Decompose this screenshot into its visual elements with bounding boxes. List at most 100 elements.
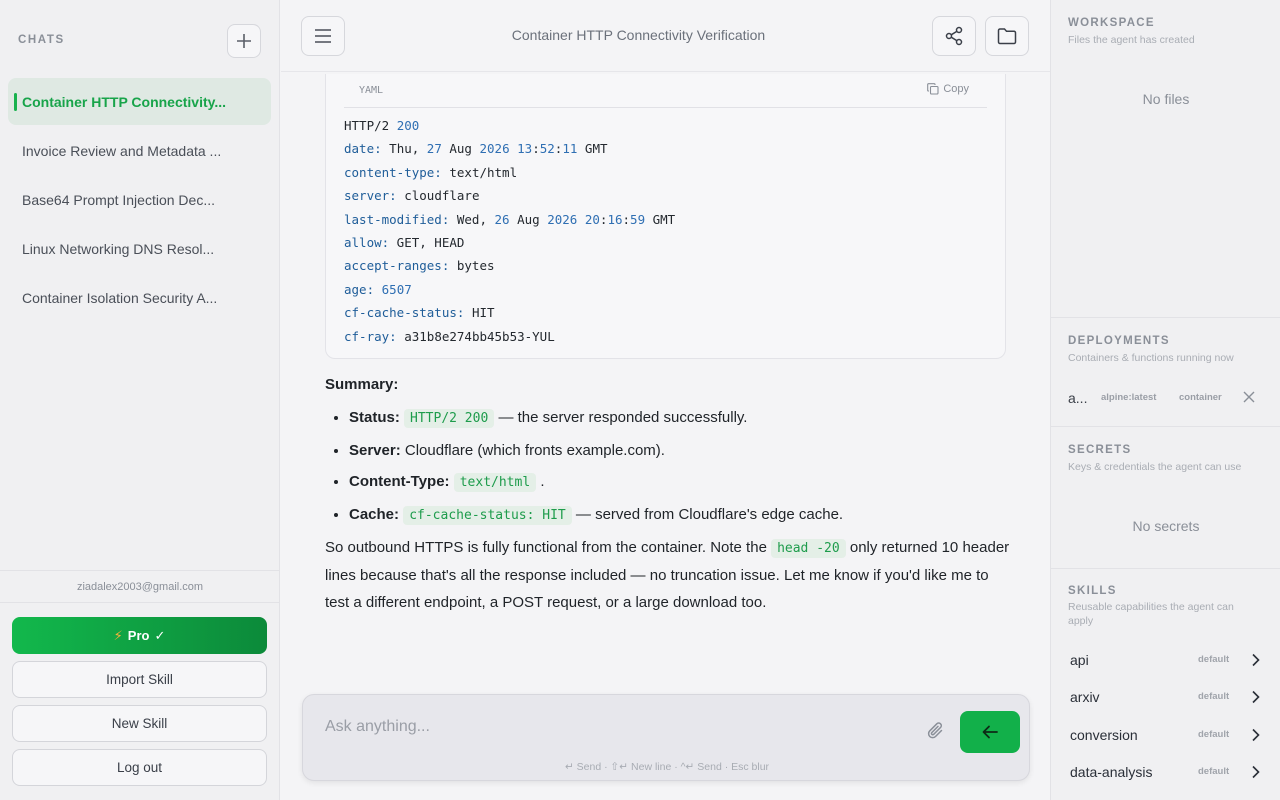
list-item: Cache: cf-cache-status: HIT — served fro…: [349, 504, 1015, 528]
inline-code: HTTP/2 200: [404, 409, 495, 428]
inline-code: head -20: [771, 539, 846, 558]
code-line: age: 6507: [344, 281, 412, 297]
chat-item[interactable]: Container Isolation Security A...: [8, 274, 271, 321]
chat-sidebar: CHATS Container HTTP Connectivity... Inv…: [0, 0, 280, 800]
secrets-empty: No secrets: [1132, 518, 1200, 534]
skill-tag: default: [1198, 654, 1230, 665]
secrets-section: SECRETS Keys & credentials the agent can…: [1051, 427, 1280, 569]
code-line: date: Thu, 27 Aug 2026 13:52:11 GMT: [344, 141, 608, 157]
chat-main: Container HTTP Connectivity Verification…: [281, 0, 1050, 800]
deployment-image: alpine:latest: [1101, 392, 1157, 403]
code-line: HTTP/2 200: [344, 118, 420, 133]
deployment-item: a... alpine:latest container: [1068, 390, 1268, 406]
bullet-label: Status:: [349, 409, 400, 426]
chat-item[interactable]: Invoice Review and Metadata ...: [8, 127, 271, 174]
bullet-text: .: [536, 473, 545, 490]
deployments-title: DEPLOYMENTS: [1068, 335, 1170, 347]
plus-icon: [237, 34, 251, 48]
code-line: server: cloudflare: [344, 188, 480, 204]
skill-item[interactable]: data-analysis default: [1068, 762, 1264, 782]
top-bar: Container HTTP Connectivity Verification: [281, 0, 1050, 72]
inline-code: cf-cache-status: HIT: [403, 505, 572, 525]
assistant-message: Summary: Status: HTTP/2 200 — the server…: [325, 376, 1015, 616]
chat-item-label: Base64 Prompt Injection Dec...: [22, 191, 215, 208]
workspace-empty: No files: [1142, 91, 1190, 107]
skill-name: data-analysis: [1070, 764, 1153, 780]
list-item: Status: HTTP/2 200 — the server responde…: [349, 407, 1015, 431]
code-content: HTTP/2 200 date: Thu, 27 Aug 2026 13:52:1…: [344, 114, 675, 348]
deployments-subtitle: Containers & functions running now: [1068, 352, 1234, 364]
share-button[interactable]: [932, 16, 976, 56]
right-panel: WORKSPACE Files the agent has created No…: [1050, 0, 1280, 800]
chat-item-label: Container Isolation Security A...: [22, 289, 218, 306]
chat-item-label: Linux Networking DNS Resol...: [22, 240, 215, 257]
arrow-left-icon: [982, 725, 998, 739]
sidebar-actions: ⚡ Pro ✓ Import Skill New Skill Log out: [12, 617, 267, 793]
code-line: content-type: text/html: [344, 164, 518, 180]
inline-code: text/html: [453, 473, 537, 492]
bolt-icon: ⚡: [113, 627, 123, 643]
copy-icon: [927, 83, 939, 95]
copy-button[interactable]: Copy: [927, 83, 969, 95]
chats-heading: CHATS: [18, 34, 65, 46]
pro-button[interactable]: ⚡ Pro ✓: [12, 617, 267, 654]
secrets-title: SECRETS: [1068, 444, 1132, 456]
user-email: ziadalex2003@gmail.com: [0, 570, 280, 603]
code-line: accept-ranges: bytes: [344, 258, 495, 274]
new-chat-button[interactable]: [227, 24, 261, 58]
skill-name: api: [1070, 652, 1089, 668]
skill-item[interactable]: api default: [1068, 650, 1264, 670]
paperclip-icon[interactable]: [926, 721, 946, 741]
code-language: YAML: [359, 85, 384, 96]
close-icon[interactable]: [1242, 390, 1256, 404]
list-item: Content-Type: text/html .: [349, 471, 1015, 495]
skill-tag: default: [1198, 691, 1230, 702]
check-icon: ✓: [154, 627, 166, 643]
bullet-text: — the server responded successfully.: [494, 409, 748, 426]
workspace-title: WORKSPACE: [1068, 17, 1155, 29]
workspace-subtitle: Files the agent has created: [1068, 34, 1195, 46]
chat-item[interactable]: Linux Networking DNS Resol...: [8, 225, 271, 272]
summary-list: Status: HTTP/2 200 — the server responde…: [325, 407, 1015, 527]
skills-subtitle: Reusable capabilities the agent can appl…: [1068, 601, 1234, 627]
skill-name: arxiv: [1070, 689, 1100, 705]
bullet-text: — served from Cloudflare's edge cache.: [571, 505, 844, 523]
chevron-right-icon: [1252, 728, 1260, 742]
chat-list: Container HTTP Connectivity... Invoice R…: [8, 78, 271, 323]
message-input[interactable]: [325, 713, 905, 741]
chevron-right-icon: [1252, 653, 1260, 667]
code-line: cf-ray: a31b8e274bb45b53-YUL: [344, 328, 555, 344]
bullet-label: Cache:: [349, 505, 400, 523]
deployment-name: a...: [1068, 390, 1088, 406]
workspace-section: WORKSPACE Files the agent has created No…: [1051, 0, 1280, 318]
skill-name: conversion: [1070, 727, 1138, 743]
chat-item[interactable]: Container HTTP Connectivity...: [8, 78, 271, 125]
pro-label: Pro: [127, 628, 150, 643]
skill-item[interactable]: conversion default: [1068, 725, 1264, 745]
code-block: YAML Copy HTTP/2 200 date: Thu, 27 Aug 20…: [325, 74, 1006, 359]
new-skill-button[interactable]: New Skill: [12, 705, 267, 742]
chat-item[interactable]: Base64 Prompt Injection Dec...: [8, 176, 271, 223]
deployments-section: DEPLOYMENTS Containers & functions runni…: [1051, 318, 1280, 427]
folder-icon: [997, 28, 1017, 45]
chat-item-label: Container HTTP Connectivity...: [22, 93, 227, 110]
summary-heading: Summary:: [325, 376, 399, 393]
composer: ↵ Send · ⇧↵ New line · ^↵ Send · Esc blu…: [302, 694, 1030, 781]
bullet-label: Content-Type:: [349, 473, 450, 490]
skill-tag: default: [1198, 729, 1230, 740]
list-item: Server: Cloudflare (which fronts example…: [349, 440, 1015, 463]
send-button[interactable]: [960, 711, 1020, 753]
copy-label: Copy: [943, 83, 969, 95]
answer-paragraph: So outbound HTTPS is fully functional fr…: [325, 534, 1015, 616]
import-skill-button[interactable]: Import Skill: [12, 661, 267, 698]
files-button[interactable]: [985, 16, 1029, 56]
chat-item-label: Invoice Review and Metadata ...: [22, 142, 222, 159]
page-title: Container HTTP Connectivity Verification: [511, 27, 766, 43]
code-line: cf-cache-status: HIT: [344, 305, 495, 321]
code-line: last-modified: Wed, 26 Aug 2026 20:16:59…: [344, 211, 676, 227]
share-icon: [945, 26, 963, 46]
paragraph-text: So outbound HTTPS is fully functional fr…: [325, 539, 772, 556]
skill-item[interactable]: arxiv default: [1068, 687, 1264, 707]
secrets-subtitle: Keys & credentials the agent can use: [1068, 461, 1242, 473]
logout-button[interactable]: Log out: [12, 749, 267, 786]
